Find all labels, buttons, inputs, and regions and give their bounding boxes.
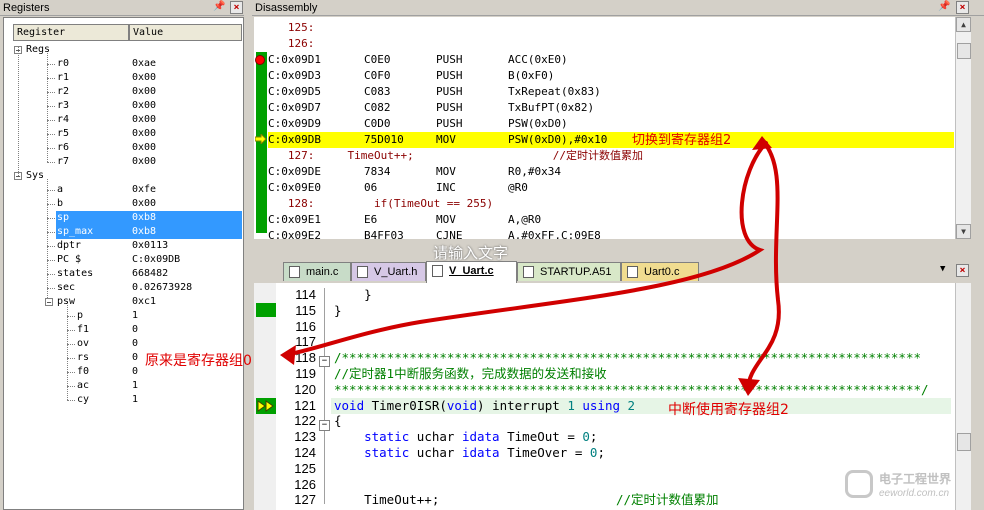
eeworld-logo-icon xyxy=(845,470,873,498)
eeworld-logo: 电子工程世界 eeworld.com.cn xyxy=(845,470,980,506)
eeworld-logo-en: eeworld.com.cn xyxy=(879,488,950,499)
annotation-isr-bank: 中断使用寄存器组2 xyxy=(668,402,789,418)
annotation-switch-bank: 切换到寄存器组2 xyxy=(632,133,732,148)
annotation-arrows xyxy=(280,136,781,396)
annotation-original-bank: 原来是寄存器组0 xyxy=(145,353,252,369)
eeworld-logo-cn: 电子工程世界 xyxy=(879,472,952,486)
